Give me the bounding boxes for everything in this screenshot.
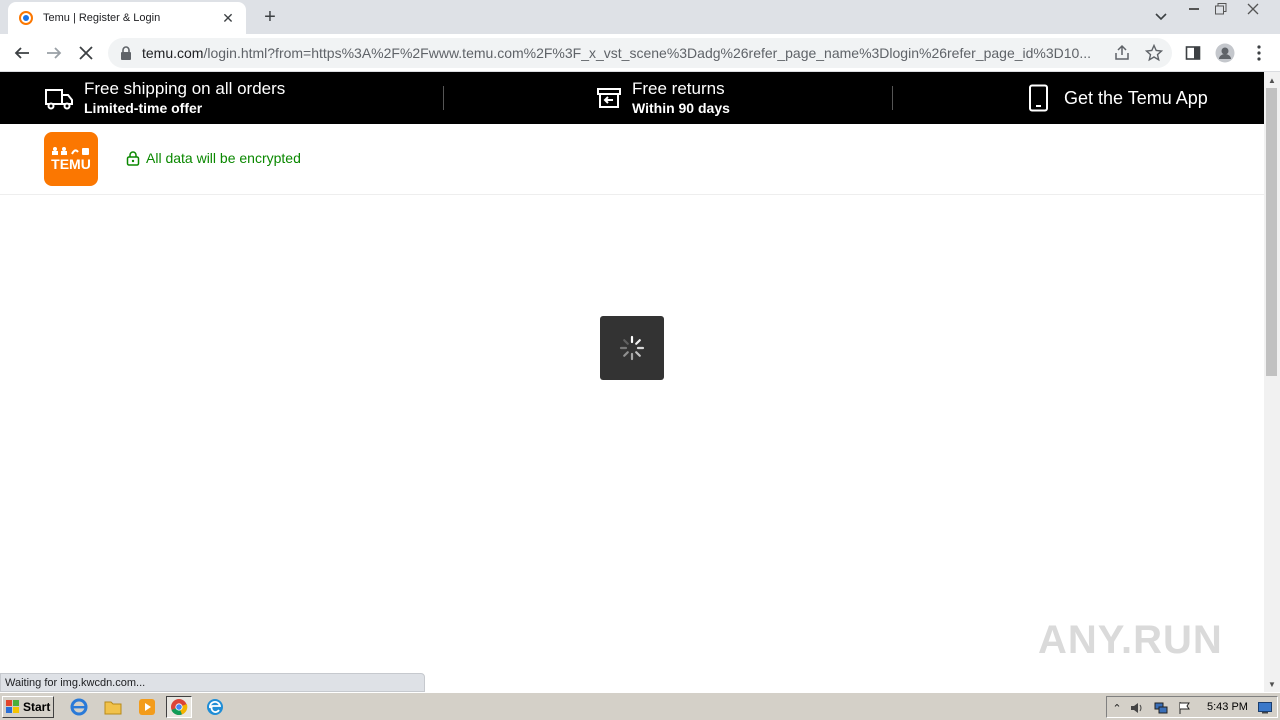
page-scrollbar[interactable]: ▲ ▼ xyxy=(1264,72,1280,692)
share-icon[interactable] xyxy=(1113,44,1131,62)
shipping-title: Free shipping on all orders xyxy=(84,79,286,98)
shipping-subtitle: Limited-time offer xyxy=(84,100,203,116)
action-center-flag-icon[interactable] xyxy=(1177,700,1193,716)
promo-bar: Free shipping on all orders Limited-time… xyxy=(0,72,1264,124)
browser-toolbar: temu.com/login.html?from=https%3A%2F%2Fw… xyxy=(0,34,1280,72)
logo-mark-icon xyxy=(52,147,89,155)
taskbar-clock[interactable]: 5:43 PM xyxy=(1207,701,1248,713)
forward-arrow-icon[interactable] xyxy=(40,39,68,67)
back-arrow-icon[interactable] xyxy=(8,39,36,67)
returns-title: Free returns xyxy=(632,79,725,98)
logo-wordmark: TEMU xyxy=(51,156,91,172)
bookmark-star-icon[interactable] xyxy=(1145,44,1163,62)
scrollbar-thumb[interactable] xyxy=(1266,88,1277,376)
free-returns-promo[interactable]: Free returns Within 90 days xyxy=(596,72,730,124)
tab-search-chevron-icon[interactable] xyxy=(1150,6,1172,28)
anyrun-watermark: ANY.RUN xyxy=(1038,608,1238,672)
site-header: TEMU All data will be encrypted xyxy=(0,124,1264,195)
new-tab-button[interactable]: + xyxy=(258,5,282,29)
edge-icon[interactable] xyxy=(202,696,228,718)
internet-explorer-icon[interactable] xyxy=(66,696,92,718)
browser-menu-icon[interactable] xyxy=(1248,42,1270,64)
loading-favicon-icon xyxy=(19,11,33,25)
close-window-icon[interactable] xyxy=(1240,0,1266,18)
file-explorer-icon[interactable] xyxy=(100,696,126,718)
promo-divider xyxy=(443,86,444,110)
scroll-down-arrow-icon[interactable]: ▼ xyxy=(1264,676,1280,692)
windows-taskbar: Start ⌃ 5:43 PM xyxy=(0,692,1280,720)
encryption-notice: All data will be encrypted xyxy=(126,150,301,166)
side-panel-icon[interactable] xyxy=(1182,42,1204,64)
return-box-icon xyxy=(597,88,621,108)
mobile-phone-icon xyxy=(1029,84,1048,112)
encryption-text: All data will be encrypted xyxy=(146,150,301,166)
spinner-icon xyxy=(619,335,645,361)
loading-spinner xyxy=(600,316,664,380)
scroll-up-arrow-icon[interactable]: ▲ xyxy=(1264,72,1280,88)
get-app-promo[interactable]: Get the Temu App xyxy=(1028,72,1208,124)
start-label: Start xyxy=(23,700,51,714)
tab-title: Temu | Register & Login xyxy=(43,12,161,24)
status-bubble: Waiting for img.kwcdn.com... xyxy=(0,673,425,692)
url-path: /login.html?from=https%3A%2F%2Fwww.temu.… xyxy=(203,45,1091,61)
minimize-window-icon[interactable] xyxy=(1182,0,1208,18)
windows-flag-icon xyxy=(6,700,19,713)
restore-window-icon[interactable] xyxy=(1208,0,1234,18)
tab-close-icon[interactable]: ✕ xyxy=(220,10,236,26)
returns-subtitle: Within 90 days xyxy=(632,100,730,116)
promo-divider xyxy=(892,86,893,110)
tab-temu[interactable]: Temu | Register & Login ✕ xyxy=(8,2,246,34)
address-bar[interactable]: temu.com/login.html?from=https%3A%2F%2Fw… xyxy=(108,38,1172,68)
profile-avatar-icon[interactable] xyxy=(1214,42,1236,64)
url-host: temu.com xyxy=(142,45,204,61)
free-shipping-promo[interactable]: Free shipping on all orders Limited-time… xyxy=(44,72,285,124)
stop-loading-icon[interactable] xyxy=(72,39,100,67)
lock-icon xyxy=(121,46,131,60)
temu-logo[interactable]: TEMU xyxy=(44,132,98,186)
lock-icon xyxy=(126,151,140,166)
show-desktop-icon[interactable] xyxy=(1257,700,1273,716)
system-tray: ⌃ 5:43 PM xyxy=(1106,696,1278,718)
volume-icon[interactable] xyxy=(1129,700,1145,716)
media-player-icon[interactable] xyxy=(134,696,160,718)
chrome-taskbar-icon[interactable] xyxy=(166,696,192,718)
watermark-text: ANY.RUN xyxy=(1038,617,1223,662)
network-icon[interactable] xyxy=(1153,700,1169,716)
start-button[interactable]: Start xyxy=(2,696,54,718)
get-app-label: Get the Temu App xyxy=(1064,88,1208,108)
url-text: temu.com/login.html?from=https%3A%2F%2Fw… xyxy=(142,45,1102,61)
delivery-truck-icon xyxy=(45,89,73,110)
show-hidden-icons-icon[interactable]: ⌃ xyxy=(1109,700,1125,716)
tab-strip: Temu | Register & Login ✕ + xyxy=(0,0,1280,34)
